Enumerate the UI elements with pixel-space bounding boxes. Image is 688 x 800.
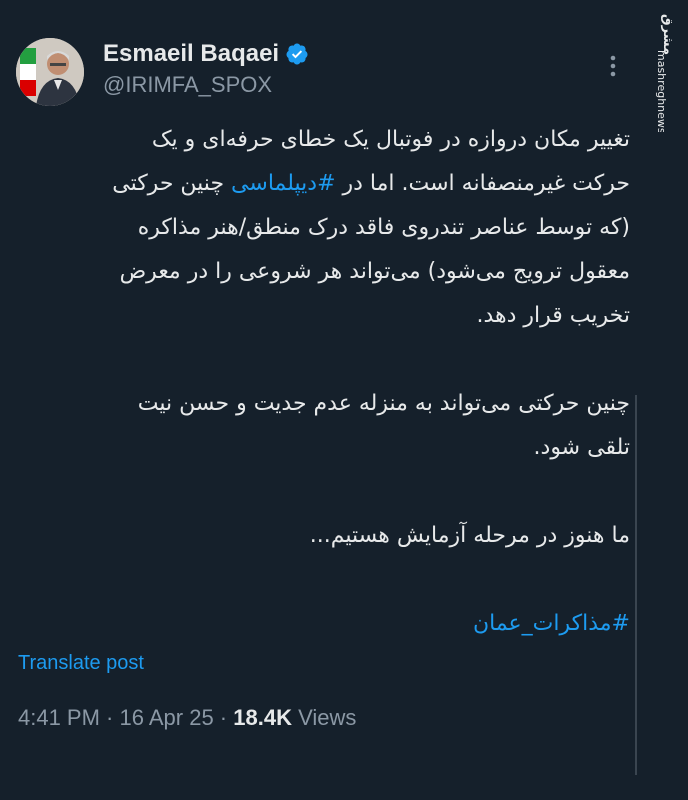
- tweet-text-segment: حرکت غیرمنصفانه است. اما در: [335, 171, 631, 196]
- translate-post-link[interactable]: Translate post: [18, 652, 144, 675]
- profile-avatar[interactable]: [16, 38, 84, 106]
- site-watermark: مشرق mashreghnews.ir: [648, 8, 680, 145]
- author-display-name[interactable]: Esmaeil Baqaei: [103, 40, 279, 68]
- tweet-line: تخریب قرار دهد.: [476, 303, 630, 328]
- tweet-line: معقول ترویج می‌شود) می‌تواند هر شروعی را…: [119, 259, 630, 284]
- tweet-line: تلقی شود.: [533, 435, 630, 460]
- tweet-text-segment: چنین حرکتی: [112, 171, 232, 196]
- divider: [635, 395, 637, 775]
- avatar-image: [16, 38, 84, 106]
- tweet-time[interactable]: 4:41 PM: [18, 705, 100, 730]
- tweet-text: تغییر مکان دروازه در فوتبال یک خطای حرفه…: [16, 118, 630, 646]
- tweet-line: ما هنوز در مرحله آزمایش هستیم...: [309, 523, 630, 548]
- tweet-line: چنین حرکتی می‌تواند به منزله عدم جدیت و …: [137, 391, 630, 416]
- tweet-date[interactable]: 16 Apr 25: [120, 705, 214, 730]
- tweet-line: (که توسط عناصر تندروی فاقد درک منطق/هنر …: [137, 215, 630, 240]
- tweet-line: #مذاکرات_عمان: [16, 602, 630, 646]
- views-label: Views: [291, 705, 357, 730]
- verified-badge-icon: [285, 42, 309, 66]
- meta-separator: ·: [99, 705, 120, 730]
- author-name-row[interactable]: Esmaeil Baqaei: [103, 40, 309, 68]
- tweet-line: تغییر مکان دروازه در فوتبال یک خطای حرفه…: [151, 127, 630, 152]
- tweet-meta: 4:41 PM · 16 Apr 25 · 18.4K Views: [18, 705, 356, 731]
- watermark-site: mashreghnews.ir: [655, 50, 668, 132]
- tweet-line: حرکت غیرمنصفانه است. اما در #دیپلماسی چن…: [16, 162, 630, 206]
- watermark-logo: مشرق: [660, 14, 675, 55]
- hashtag-link[interactable]: #دیپلماسی: [231, 171, 335, 196]
- views-count: 18.4K: [233, 705, 292, 730]
- hashtag-link[interactable]: #مذاکرات_عمان: [473, 611, 630, 636]
- meta-separator: ·: [213, 705, 234, 730]
- author-handle[interactable]: @IRIMFA_SPOX: [103, 72, 272, 98]
- more-options-icon[interactable]: [598, 54, 628, 78]
